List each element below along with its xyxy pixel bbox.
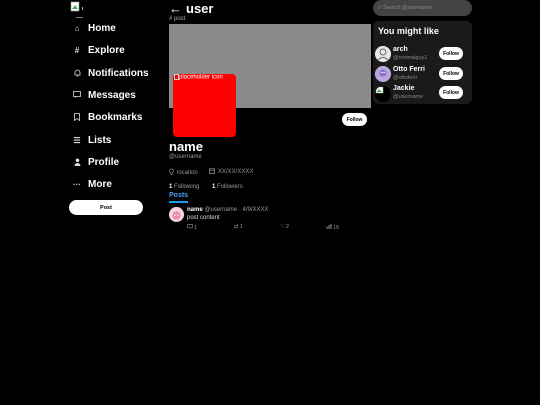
- repost-button[interactable]: ⇄ 1: [234, 224, 243, 230]
- location-pin-icon: [169, 168, 174, 177]
- message-icon: [72, 91, 82, 100]
- search-input[interactable]: ⌕ Search @username: [373, 0, 472, 16]
- profile-location: location: [169, 168, 198, 177]
- suggestion-follow-button[interactable]: Follow: [439, 47, 463, 60]
- page-header: ← user: [169, 1, 213, 16]
- nav-notifications[interactable]: Notifications: [72, 68, 149, 79]
- nav-bookmarks[interactable]: Bookmarks: [72, 112, 142, 123]
- hash-icon: #: [74, 46, 80, 55]
- suggestion-avatar[interactable]: [375, 86, 391, 102]
- bookmark-icon: [72, 112, 82, 123]
- nav-home-label: Home: [88, 23, 116, 34]
- nav-messages[interactable]: Messages: [72, 90, 136, 101]
- suggestions-title: You might like: [378, 26, 439, 36]
- suggestion-handle: @ottoferri: [393, 75, 418, 81]
- views-button[interactable]: 15: [326, 224, 339, 231]
- like-button[interactable]: ♡ 2: [280, 224, 289, 230]
- profile-handle: @username: [169, 154, 202, 160]
- suggestion-name[interactable]: Jackie: [393, 85, 414, 92]
- post-author-name: name: [187, 207, 203, 213]
- nav-more[interactable]: ··· More: [72, 179, 112, 190]
- suggestion-avatar[interactable]: [375, 46, 391, 62]
- post-avatar[interactable]: [169, 207, 184, 222]
- suggestion-follow-button[interactable]: Follow: [439, 86, 463, 99]
- nav-messages-label: Messages: [88, 90, 136, 101]
- post-count: # post: [169, 16, 186, 22]
- followers-link[interactable]: 1 Followers: [212, 184, 243, 190]
- suggestion-name[interactable]: arch: [393, 46, 408, 53]
- repost-icon: ⇄: [234, 224, 239, 230]
- suggestion-handle: @username: [393, 94, 424, 100]
- suggestion-follow-button[interactable]: Follow: [439, 67, 463, 80]
- nav-home[interactable]: ⌂ Home: [72, 23, 116, 34]
- nav-profile[interactable]: Profile: [72, 157, 119, 168]
- logo-icon[interactable]: [70, 1, 92, 19]
- calendar-icon: [209, 168, 215, 176]
- following-link[interactable]: 1 Following: [169, 184, 199, 190]
- post-author-handle: @username: [204, 207, 238, 213]
- nav-profile-label: Profile: [88, 157, 120, 168]
- back-arrow-icon[interactable]: ←: [169, 1, 182, 16]
- follow-button[interactable]: Follow: [342, 113, 367, 126]
- nav-explore-label: Explore: [88, 45, 125, 56]
- list-icon: ☰: [73, 136, 81, 145]
- nav-explore[interactable]: # Explore: [72, 45, 125, 56]
- nav-lists-label: Lists: [88, 135, 112, 146]
- nav-lists[interactable]: ☰ Lists: [72, 135, 111, 146]
- search-placeholder: Search @username: [383, 5, 433, 11]
- home-icon: ⌂: [74, 24, 80, 33]
- profile-name: name: [169, 139, 203, 154]
- suggestion-handle: @normalguy1: [393, 55, 428, 61]
- person-icon: [72, 158, 82, 168]
- heart-icon: ♡: [280, 224, 285, 230]
- bell-icon: [72, 69, 82, 79]
- app-root: ⌂ Home # Explore Notifications Messages …: [0, 0, 540, 405]
- post-date: · 4/9/XXXX: [238, 207, 269, 213]
- suggestion-avatar[interactable]: [375, 66, 391, 82]
- search-icon: ⌕: [378, 4, 382, 11]
- profile-avatar[interactable]: [173, 74, 236, 137]
- tab-underline: [169, 201, 188, 203]
- profile-joined-date: XX/XX/XXXX: [209, 168, 253, 176]
- post-content: post content: [187, 215, 220, 221]
- page-title: user: [186, 1, 214, 16]
- tab-posts[interactable]: Posts: [169, 192, 188, 199]
- broken-image-alt: placeholder icon: [174, 74, 223, 81]
- post-header: name @username · 4/9/XXXX: [187, 207, 269, 213]
- nav-notifications-label: Notifications: [88, 68, 149, 79]
- nav-bookmarks-label: Bookmarks: [88, 112, 143, 123]
- suggestion-name[interactable]: Otto Ferri: [393, 66, 425, 73]
- reply-button[interactable]: 1: [187, 224, 197, 231]
- views-icon: [326, 224, 332, 231]
- reply-icon: [187, 224, 193, 231]
- nav-more-label: More: [88, 179, 112, 190]
- more-icon: ···: [73, 180, 81, 189]
- post-button[interactable]: Post: [69, 200, 143, 215]
